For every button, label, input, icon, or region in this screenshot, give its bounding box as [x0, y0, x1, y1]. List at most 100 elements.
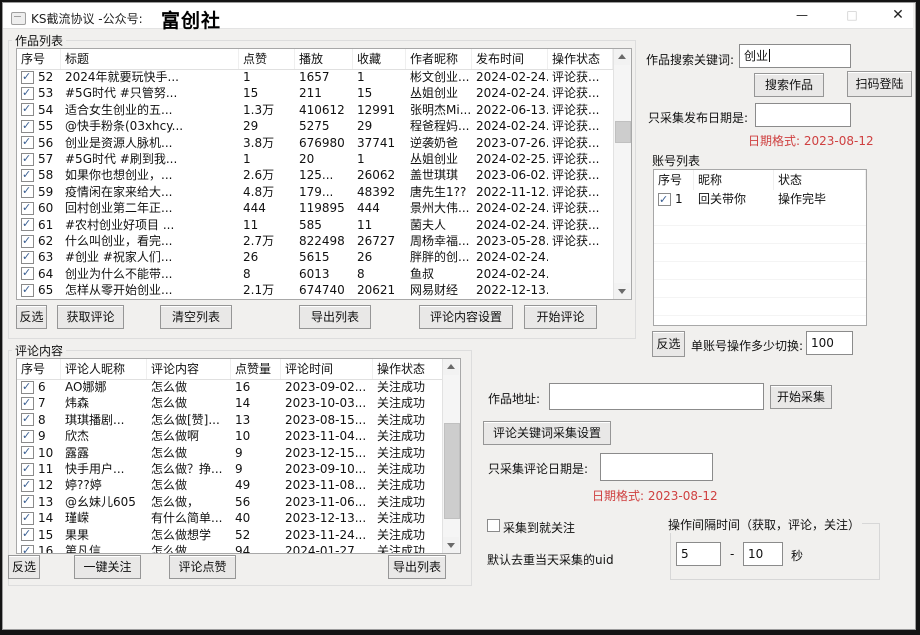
comment-settings-button[interactable]: 评论内容设置 [419, 305, 513, 329]
works-header-author[interactable]: 作者昵称 [406, 49, 472, 69]
comments-scrollbar[interactable] [442, 359, 460, 553]
table-row[interactable]: 12 婷??婷 怎么做 49 2023-11-08... 关注成功 [17, 477, 443, 493]
table-row[interactable]: 65 怎样从零开始创业... 2.1万 674740 20621 网易财经 20… [17, 282, 614, 298]
export-works-button[interactable]: 导出列表 [299, 305, 371, 329]
table-row[interactable]: 7 炜森 怎么做 14 2023-10-03... 关注成功 [17, 395, 443, 411]
row-checkbox[interactable] [21, 71, 34, 84]
row-checkbox[interactable] [21, 103, 34, 116]
works-header-plays[interactable]: 播放 [295, 49, 353, 69]
account-switch-input[interactable]: 100 [806, 331, 853, 355]
scroll-down-icon[interactable] [614, 283, 630, 299]
comments-header-likes[interactable]: 点赞量 [231, 359, 281, 379]
works-header-favs[interactable]: 收藏 [353, 49, 406, 69]
table-row[interactable]: 63 #创业 #祝家人们... 26 5615 26 胖胖的创... 2024-… [17, 249, 614, 265]
search-keyword-input[interactable]: 创业 [739, 44, 851, 68]
table-row[interactable]: 15 果果 怎么做想学 52 2023-11-24... 关注成功 [17, 527, 443, 543]
table-row[interactable]: 9 欣杰 怎么做啊 10 2023-11-04... 关注成功 [17, 428, 443, 444]
comments-header-nick[interactable]: 评论人昵称 [61, 359, 147, 379]
table-row[interactable]: 58 如果你也想创业，... 2.6万 125... 26062 盖世琪琪 20… [17, 167, 614, 183]
scroll-up-icon[interactable] [443, 359, 459, 375]
table-row[interactable]: 6 AO娜娜 怎么做 16 2023-09-02... 关注成功 [17, 379, 443, 395]
row-checkbox[interactable] [21, 87, 34, 100]
works-header-id[interactable]: 序号 [17, 49, 61, 69]
clear-list-button[interactable]: 清空列表 [160, 305, 232, 329]
accounts-header-status[interactable]: 状态 [774, 170, 866, 190]
comments-invert-button[interactable]: 反选 [8, 555, 40, 579]
row-checkbox[interactable] [21, 185, 34, 198]
works-header-date[interactable]: 发布时间 [472, 49, 548, 69]
comments-header-status[interactable]: 操作状态 [373, 359, 443, 379]
table-row[interactable]: 14 瑾嵘 有什么简单... 40 2023-12-13... 关注成功 [17, 510, 443, 526]
row-checkbox[interactable] [21, 218, 34, 231]
row-checkbox[interactable] [21, 413, 34, 426]
table-row[interactable]: 54 适合女生创业的五... 1.3万 410612 12991 张明杰Mi..… [17, 102, 614, 118]
works-header-status[interactable]: 操作状态 [548, 49, 613, 69]
like-comments-button[interactable]: 评论点赞 [169, 555, 236, 579]
fetch-comments-button[interactable]: 获取评论 [57, 305, 124, 329]
table-row[interactable]: 62 什么叫创业，看完... 2.7万 822498 26727 周杨幸福...… [17, 233, 614, 249]
table-row[interactable]: 16 第凡信 怎么做 94 2024-01-27... 关注成功 [17, 543, 443, 553]
table-row[interactable]: 59 疫情闲在家来给大... 4.8万 179... 48392 唐先生1?? … [17, 184, 614, 200]
scroll-up-icon[interactable] [614, 49, 630, 65]
table-row[interactable]: 55 @快手粉条(03xhcy... 29 5275 29 程爸程妈... 20… [17, 118, 614, 134]
row-checkbox[interactable] [21, 235, 34, 248]
table-row[interactable]: 13 @幺妹儿605 怎么做， 56 2023-11-06... 关注成功 [17, 494, 443, 510]
row-checkbox[interactable] [21, 136, 34, 149]
row-checkbox[interactable] [21, 169, 34, 182]
row-checkbox[interactable] [21, 397, 34, 410]
accounts-header-id[interactable]: 序号 [654, 170, 694, 190]
row-checkbox[interactable] [21, 120, 34, 133]
scroll-down-icon[interactable] [443, 537, 459, 553]
table-row[interactable]: 52 2024年就要玩快手... 1 1657 1 彬文创业... 2024-0… [17, 69, 614, 85]
comments-scrollbar-thumb[interactable] [444, 423, 460, 519]
follow-on-collect-checkbox[interactable] [487, 519, 500, 532]
row-checkbox[interactable] [21, 381, 34, 394]
table-row[interactable]: 11 快手用户... 怎么做？挣... 9 2023-09-10... 关注成功 [17, 461, 443, 477]
table-row[interactable]: 64 创业为什么不能带... 8 6013 8 鱼叔 2024-02-24... [17, 266, 614, 282]
minimize-button[interactable]: — [785, 3, 819, 28]
qr-login-button[interactable]: 扫码登陆 [847, 71, 912, 97]
interval-min-input[interactable]: 5 [676, 542, 721, 566]
start-comment-button[interactable]: 开始评论 [524, 305, 597, 329]
interval-max-input[interactable]: 10 [743, 542, 783, 566]
works-scrollbar-thumb[interactable] [615, 121, 631, 143]
table-row[interactable]: 61 #农村创业好项目 ... 11 585 11 菌夫人 2024-02-24… [17, 217, 614, 233]
row-checkbox[interactable] [21, 528, 34, 541]
row-checkbox[interactable] [21, 446, 34, 459]
accounts-header-nick[interactable]: 昵称 [694, 170, 774, 190]
work-url-input[interactable] [549, 383, 764, 410]
comments-header-id[interactable]: 序号 [17, 359, 61, 379]
works-scrollbar[interactable] [613, 49, 631, 299]
table-row[interactable]: 56 创业是资源人脉机... 3.8万 676980 37741 逆袭奶爸 20… [17, 135, 614, 151]
row-checkbox[interactable] [21, 267, 34, 280]
close-button[interactable]: ✕ [881, 3, 915, 28]
comments-header-content[interactable]: 评论内容 [147, 359, 231, 379]
export-comments-button[interactable]: 导出列表 [388, 555, 446, 579]
works-invert-button[interactable]: 反选 [16, 305, 47, 329]
table-row[interactable]: 53 #5G时代 #只管努... 15 211 15 丛姐创业 2024-02-… [17, 85, 614, 101]
row-checkbox[interactable] [21, 463, 34, 476]
row-checkbox[interactable] [21, 545, 34, 553]
row-checkbox[interactable] [21, 479, 34, 492]
row-checkbox[interactable] [21, 430, 34, 443]
table-row[interactable]: 57 #5G时代 #刷到我... 1 20 1 丛姐创业 2024-02-25.… [17, 151, 614, 167]
row-checkbox[interactable] [21, 512, 34, 525]
publish-date-input[interactable] [755, 103, 851, 127]
table-row[interactable]: 1 回关带你 操作完毕 [654, 190, 866, 208]
table-row[interactable]: 10 露露 怎么做 9 2023-12-15... 关注成功 [17, 445, 443, 461]
comment-date-input[interactable] [600, 453, 713, 481]
row-checkbox[interactable] [21, 202, 34, 215]
table-row[interactable]: 8 琪琪播剧... 怎么做[赞]... 13 2023-08-15... 关注成… [17, 412, 443, 428]
accounts-invert-button[interactable]: 反选 [652, 331, 685, 357]
keyword-collect-settings-button[interactable]: 评论关键词采集设置 [483, 421, 611, 445]
works-header-title[interactable]: 标题 [61, 49, 239, 69]
row-checkbox[interactable] [658, 193, 671, 206]
comments-header-time[interactable]: 评论时间 [281, 359, 373, 379]
row-checkbox[interactable] [21, 284, 34, 297]
row-checkbox[interactable] [21, 153, 34, 166]
table-row[interactable]: 60 回村创业第二年正... 444 119895 444 景州大伟... 20… [17, 200, 614, 216]
row-checkbox[interactable] [21, 251, 34, 264]
start-collect-button[interactable]: 开始采集 [770, 385, 832, 409]
row-checkbox[interactable] [21, 495, 34, 508]
follow-all-button[interactable]: 一键关注 [74, 555, 141, 579]
